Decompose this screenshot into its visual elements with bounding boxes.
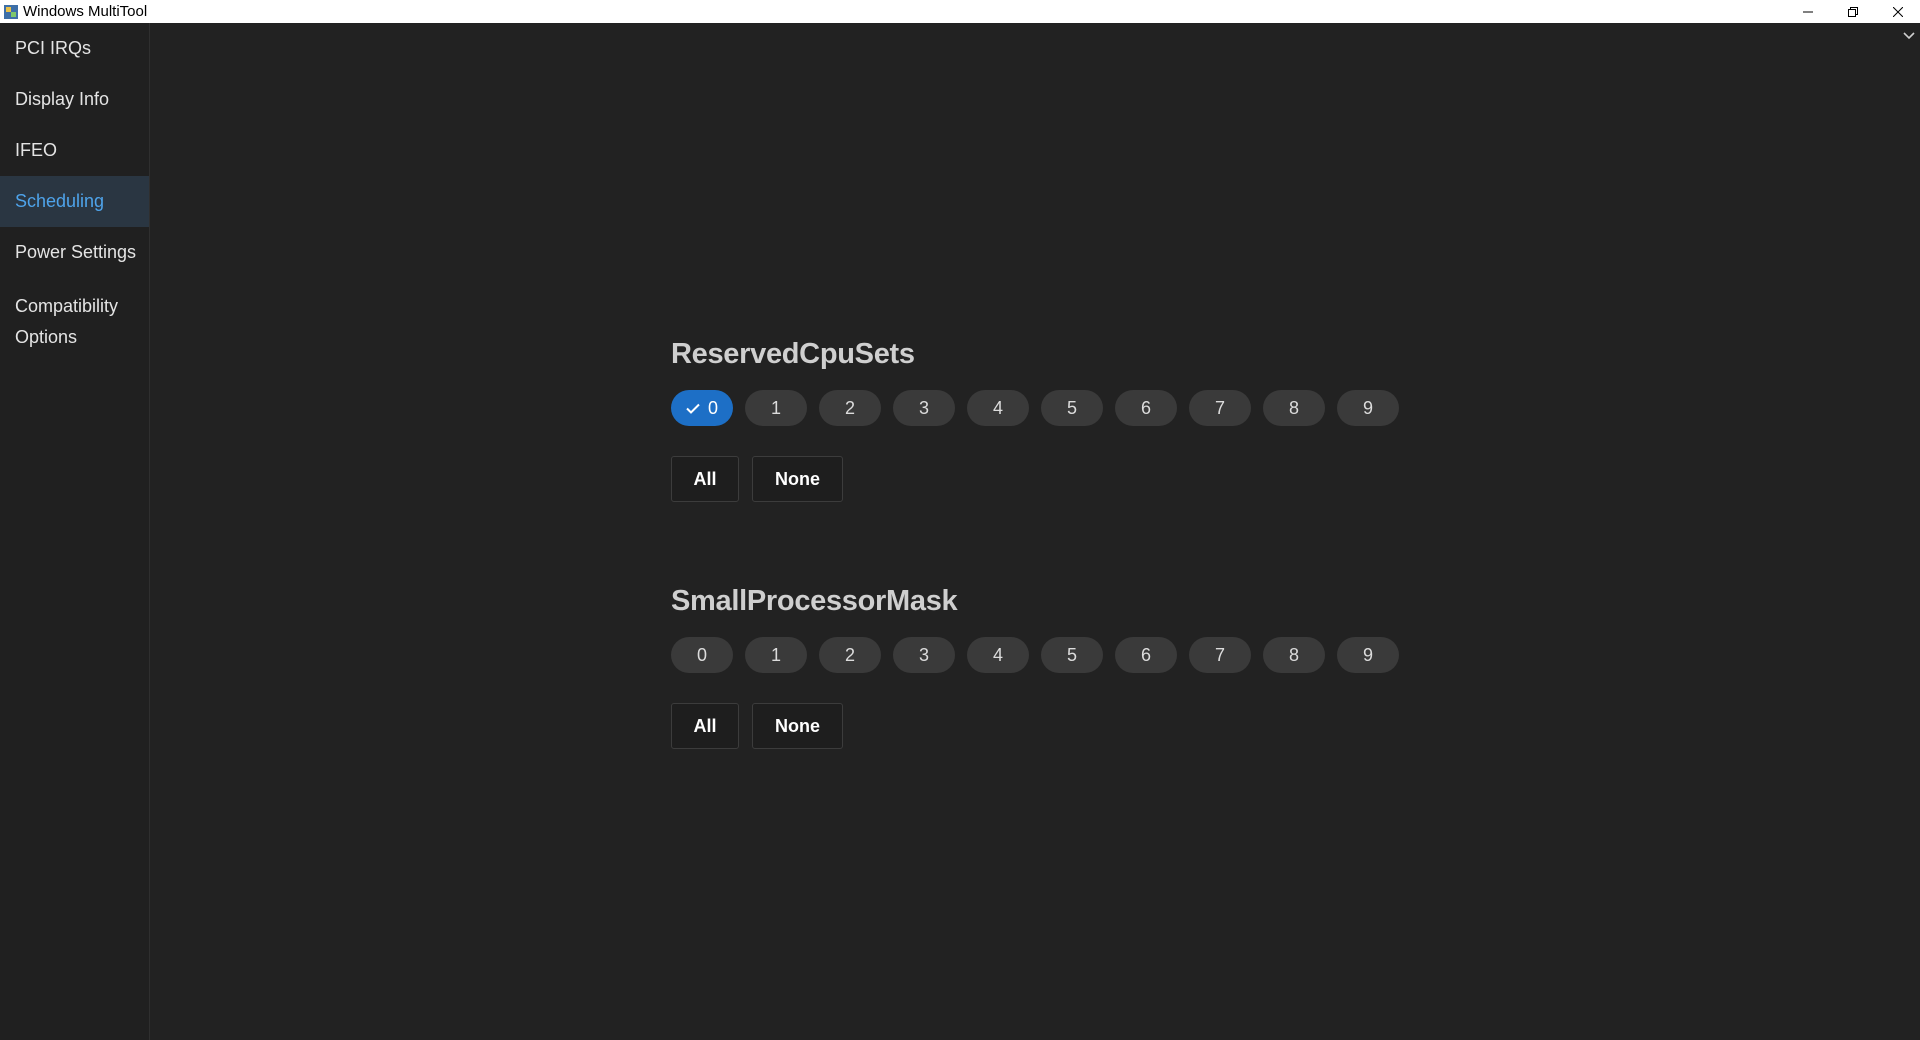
reserved-cpu-sets-section: ReservedCpuSets 0 1 2 3 4 5 6 7 8 9 All … [671, 336, 1411, 502]
cpu-chip-1[interactable]: 1 [745, 637, 807, 673]
sidebar-item-display-info[interactable]: Display Info [0, 74, 149, 125]
cpu-chip-2[interactable]: 2 [819, 390, 881, 426]
cpu-chip-label: 4 [992, 644, 1003, 665]
cpu-chip-7[interactable]: 7 [1189, 637, 1251, 673]
close-icon [1892, 6, 1903, 17]
close-button[interactable] [1875, 0, 1920, 23]
cpu-chip-7[interactable]: 7 [1189, 390, 1251, 426]
title-bar: Windows MultiTool [0, 0, 1920, 23]
cpu-chip-1[interactable]: 1 [745, 390, 807, 426]
restore-button[interactable] [1830, 0, 1875, 23]
select-all-button[interactable]: All [671, 703, 739, 749]
cpu-chip-3[interactable]: 3 [893, 390, 955, 426]
minimize-button[interactable] [1785, 0, 1830, 23]
cpu-chip-5[interactable]: 5 [1041, 390, 1103, 426]
cpu-chip-4[interactable]: 4 [967, 637, 1029, 673]
cpu-chip-label: 0 [707, 397, 718, 418]
cpu-chip-6[interactable]: 6 [1115, 637, 1177, 673]
cpu-chip-9[interactable]: 9 [1337, 637, 1399, 673]
window-title: Windows MultiTool [23, 3, 148, 20]
cpu-chip-label: 5 [1066, 644, 1077, 665]
cpu-chip-label: 7 [1214, 397, 1225, 418]
cpu-chip-3[interactable]: 3 [893, 637, 955, 673]
cpu-chip-4[interactable]: 4 [967, 390, 1029, 426]
cpu-chip-group: 0 1 2 3 4 5 6 7 8 9 [671, 637, 1411, 673]
cpu-chip-label: 1 [770, 397, 781, 418]
cpu-chip-label: 3 [918, 644, 929, 665]
cpu-chip-0[interactable]: 0 [671, 637, 733, 673]
cpu-chip-label: 2 [844, 397, 855, 418]
cpu-chip-group: 0 1 2 3 4 5 6 7 8 9 [671, 390, 1411, 426]
cpu-chip-9[interactable]: 9 [1337, 390, 1399, 426]
select-all-button[interactable]: All [671, 456, 739, 502]
sidebar-item-label: Power Settings [15, 242, 137, 262]
expand-button[interactable] [1898, 25, 1920, 47]
restore-icon [1847, 6, 1858, 17]
section-title: SmallProcessorMask [671, 585, 958, 617]
sidebar: PCI IRQs Display Info IFEO Scheduling Po… [0, 23, 150, 1040]
cpu-chip-label: 2 [844, 644, 855, 665]
cpu-chip-label: 6 [1140, 644, 1151, 665]
cpu-chip-label: 1 [770, 644, 781, 665]
sidebar-item-label: Scheduling [15, 191, 105, 211]
cpu-chip-label: 4 [992, 397, 1003, 418]
minimize-icon [1802, 11, 1813, 12]
button-row: All None [671, 456, 1411, 502]
sidebar-item-ifeo[interactable]: IFEO [0, 125, 149, 176]
cpu-chip-label: 9 [1362, 644, 1373, 665]
window-controls [1785, 0, 1920, 23]
small-processor-mask-section: SmallProcessorMask 0 1 2 3 4 5 6 7 8 9 A… [671, 583, 1411, 749]
section-title: ReservedCpuSets [671, 338, 915, 370]
sidebar-item-scheduling[interactable]: Scheduling [0, 176, 149, 227]
cpu-chip-label: 8 [1288, 644, 1299, 665]
cpu-chip-5[interactable]: 5 [1041, 637, 1103, 673]
sidebar-item-power-settings[interactable]: Power Settings [0, 227, 149, 278]
checkmark-icon [686, 403, 700, 414]
cpu-chip-0[interactable]: 0 [671, 390, 733, 426]
button-row: All None [671, 703, 1411, 749]
cpu-chip-label: 3 [918, 397, 929, 418]
sidebar-item-compatibility-options[interactable]: Compatibility Options [0, 278, 149, 358]
cpu-chip-label: 6 [1140, 397, 1151, 418]
app-icon [4, 4, 18, 19]
select-none-button[interactable]: None [752, 703, 843, 749]
sidebar-item-label: Compatibility Options [15, 296, 119, 347]
sidebar-item-label: PCI IRQs [15, 38, 92, 58]
cpu-chip-label: 5 [1066, 397, 1077, 418]
cpu-chip-8[interactable]: 8 [1263, 390, 1325, 426]
cpu-chip-label: 0 [696, 644, 707, 665]
cpu-chip-label: 8 [1288, 397, 1299, 418]
cpu-chip-2[interactable]: 2 [819, 637, 881, 673]
cpu-chip-8[interactable]: 8 [1263, 637, 1325, 673]
cpu-chip-label: 7 [1214, 644, 1225, 665]
cpu-chip-label: 9 [1362, 397, 1373, 418]
sidebar-item-label: IFEO [15, 140, 58, 160]
sidebar-item-pci-irqs[interactable]: PCI IRQs [0, 23, 149, 74]
select-none-button[interactable]: None [752, 456, 843, 502]
cpu-chip-6[interactable]: 6 [1115, 390, 1177, 426]
sidebar-item-label: Display Info [15, 89, 110, 109]
chevron-down-icon [1903, 32, 1915, 40]
